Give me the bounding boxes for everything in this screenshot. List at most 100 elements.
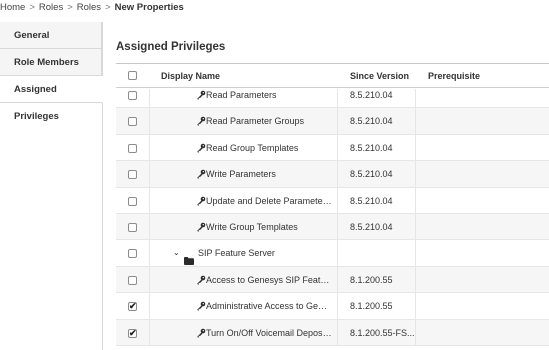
checkmark-icon: ✔ bbox=[129, 327, 137, 338]
privilege-name: Administrative Access to Genesys... bbox=[206, 301, 332, 312]
display-name-cell: Write Group Templates bbox=[150, 213, 338, 241]
breadcrumb-home[interactable]: Home bbox=[0, 2, 25, 13]
privilege-name: Write Parameters bbox=[206, 169, 276, 180]
prerequisite-cell bbox=[416, 320, 549, 346]
sidebar: General Role Members Assigned Privileges bbox=[0, 22, 103, 350]
since-version-cell: 8.1.200.55-FS... bbox=[338, 319, 416, 346]
row-checkbox[interactable] bbox=[128, 249, 137, 259]
prerequisite-cell bbox=[416, 188, 549, 214]
breadcrumb-roles-2[interactable]: Roles bbox=[77, 2, 101, 13]
since-version-cell: 8.1.200.55 bbox=[338, 293, 416, 320]
since-version-cell: 8.1.200.55 bbox=[338, 266, 416, 294]
privilege-name: Access to Genesys SIP Feature Se... bbox=[206, 274, 332, 285]
group-name: SIP Feature Server bbox=[198, 248, 275, 259]
privilege-name: Turn On/Off Voicemail Deposits fo... bbox=[206, 327, 332, 338]
table-row[interactable]: Write Group Templates 8.5.210.04 bbox=[116, 213, 549, 241]
table-row[interactable]: ✔ Turn On/Off Voicemail Deposits fo... 8.1… bbox=[116, 319, 549, 346]
row-checkbox[interactable] bbox=[128, 222, 137, 232]
select-cell bbox=[116, 187, 150, 214]
select-cell bbox=[116, 161, 150, 188]
table-row[interactable]: Read Parameter Groups 8.5.210.04 bbox=[116, 108, 549, 135]
key-icon bbox=[196, 89, 206, 108]
table-body[interactable]: Read Parameters 8.5.210.04 Read Parameter … bbox=[116, 89, 549, 350]
select-cell bbox=[116, 266, 150, 294]
row-checkbox[interactable] bbox=[128, 275, 137, 285]
row-checkbox[interactable]: ✔ bbox=[128, 327, 137, 338]
select-cell bbox=[116, 108, 150, 135]
breadcrumb: Home > Roles > Roles > New Properties bbox=[0, 0, 184, 18]
row-checkbox[interactable] bbox=[128, 196, 137, 206]
since-version-cell bbox=[338, 240, 416, 267]
page-title: Assigned Privileges bbox=[116, 41, 226, 53]
key-icon bbox=[196, 135, 206, 161]
table-row[interactable]: Update and Delete Parameter Gro... 8.5.21… bbox=[116, 187, 549, 214]
key-icon bbox=[196, 320, 206, 346]
display-name-cell: Update and Delete Parameter Gro... bbox=[150, 187, 338, 214]
key-icon bbox=[196, 108, 206, 134]
table-row[interactable]: ✔ Administrative Access to Genesys... 8.1.… bbox=[116, 293, 549, 320]
since-version-cell: 8.5.210.04 bbox=[338, 161, 416, 188]
header-select-cell bbox=[116, 64, 150, 88]
breadcrumb-separator: > bbox=[67, 2, 73, 13]
select-cell bbox=[116, 213, 150, 241]
since-version-cell: 8.5.210.04 bbox=[338, 108, 416, 135]
checkmark-icon: ✔ bbox=[129, 301, 137, 312]
prerequisite-cell bbox=[416, 108, 549, 134]
select-cell bbox=[116, 134, 150, 162]
privilege-name: Read Parameter Groups bbox=[206, 116, 305, 127]
prerequisite-cell bbox=[416, 214, 549, 240]
display-name-cell: Read Parameters bbox=[150, 89, 338, 109]
row-checkbox[interactable] bbox=[128, 91, 137, 100]
display-name-cell: ⌄ SIP Feature Server bbox=[150, 240, 338, 267]
prerequisite-cell bbox=[416, 293, 549, 319]
prerequisite-cell bbox=[416, 161, 549, 187]
select-cell: ✔ bbox=[116, 319, 150, 346]
prerequisite-cell bbox=[416, 240, 549, 266]
sidebar-item-role-members[interactable]: Role Members bbox=[0, 49, 102, 76]
select-cell bbox=[116, 240, 150, 267]
since-version-cell: 8.5.210.04 bbox=[338, 134, 416, 162]
breadcrumb-current: New Properties bbox=[114, 2, 184, 13]
sidebar-item-assigned-privileges[interactable]: Assigned Privileges bbox=[0, 76, 103, 122]
display-name-cell: Turn On/Off Voicemail Deposits fo... bbox=[150, 319, 338, 346]
privilege-name: Write Group Templates bbox=[206, 221, 298, 232]
folder-icon bbox=[184, 249, 194, 266]
column-header-display-name[interactable]: Display Name bbox=[161, 64, 220, 88]
since-version-cell: 8.5.210.04 bbox=[338, 213, 416, 241]
table-group-row[interactable]: ⌄ SIP Feature Server bbox=[116, 240, 549, 267]
table-row[interactable]: Read Group Templates 8.5.210.04 bbox=[116, 134, 549, 162]
row-checkbox[interactable] bbox=[128, 117, 137, 127]
row-checkbox[interactable]: ✔ bbox=[128, 301, 137, 312]
display-name-cell: Read Group Templates bbox=[150, 134, 338, 162]
privilege-name: Read Group Templates bbox=[206, 142, 299, 153]
column-header-since-version[interactable]: Since Version bbox=[350, 64, 409, 88]
key-icon bbox=[196, 188, 206, 214]
since-version-cell: 8.5.210.04 bbox=[338, 89, 416, 109]
row-checkbox[interactable] bbox=[128, 143, 137, 153]
table-row[interactable]: Write Parameters 8.5.210.04 bbox=[116, 161, 549, 188]
display-name-cell: Read Parameter Groups bbox=[150, 108, 338, 135]
privilege-name: Read Parameters bbox=[206, 90, 277, 100]
table-rows: Read Parameters 8.5.210.04 Read Parameter … bbox=[116, 89, 549, 346]
chevron-down-icon[interactable]: ⌄ bbox=[173, 240, 180, 266]
breadcrumb-roles[interactable]: Roles bbox=[39, 2, 63, 13]
table-row[interactable]: Access to Genesys SIP Feature Se... 8.1.2… bbox=[116, 266, 549, 294]
prerequisite-cell bbox=[416, 267, 549, 293]
prerequisite-cell bbox=[416, 135, 549, 161]
select-cell: ✔ bbox=[116, 293, 150, 320]
privileges-table: Display Name Since Version Prerequisite … bbox=[116, 64, 549, 350]
select-cell bbox=[116, 89, 150, 109]
sidebar-item-general[interactable]: General bbox=[0, 22, 102, 49]
row-checkbox[interactable] bbox=[128, 170, 137, 180]
display-name-cell: Access to Genesys SIP Feature Se... bbox=[150, 266, 338, 294]
prerequisite-cell bbox=[416, 89, 549, 108]
select-all-checkbox[interactable] bbox=[128, 71, 137, 80]
key-icon bbox=[196, 267, 206, 293]
table-row[interactable]: Read Parameters 8.5.210.04 bbox=[116, 89, 549, 109]
main-panel: Assigned Privileges Display Name Since V… bbox=[103, 22, 549, 350]
privilege-name: Update and Delete Parameter Gro... bbox=[206, 195, 332, 206]
column-header-prerequisite[interactable]: Prerequisite bbox=[428, 64, 480, 88]
breadcrumb-separator: > bbox=[29, 2, 35, 13]
key-icon bbox=[196, 293, 206, 319]
key-icon bbox=[196, 161, 206, 187]
